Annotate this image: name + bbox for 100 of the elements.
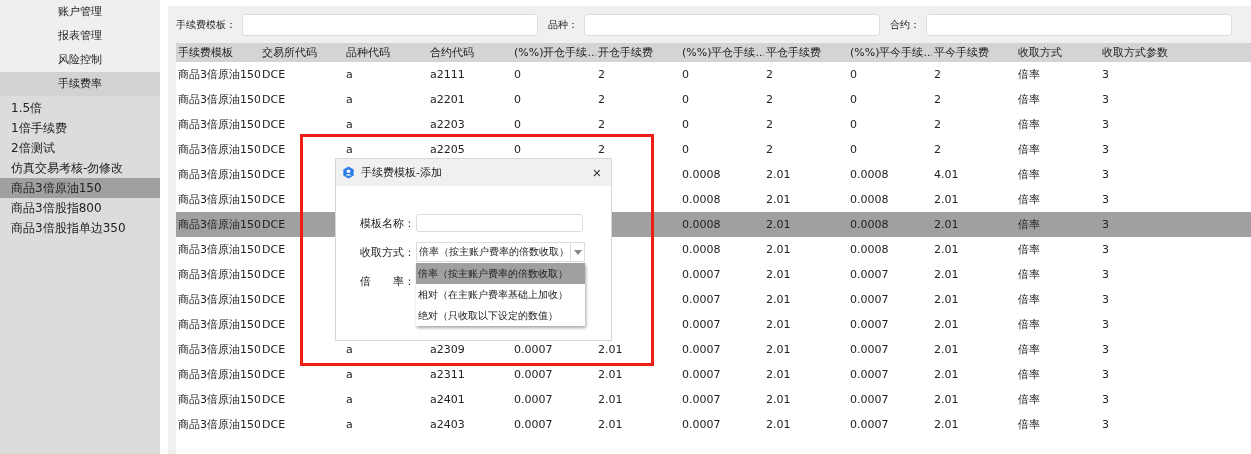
column-header[interactable]: (%%)平仓手续... <box>680 45 764 60</box>
table-cell-text: 2.01 <box>933 242 960 258</box>
table-cell[interactable]: 商品3倍原油150 <box>176 187 260 212</box>
table-cell[interactable]: 商品3倍原油150 <box>176 337 260 362</box>
menu-item[interactable]: 手续费率 <box>0 72 160 96</box>
table-cell-text: DCE <box>261 192 287 208</box>
table-cell-text: 0 <box>681 67 690 83</box>
table-cell[interactable]: 商品3倍原油150 <box>176 212 260 237</box>
template-item[interactable]: 商品3倍股指800 <box>0 198 160 218</box>
column-header[interactable]: 手续费模板 <box>176 45 260 60</box>
column-header[interactable]: 收取方式参数 <box>1100 45 1184 60</box>
column-header[interactable]: 交易所代码 <box>260 45 344 60</box>
table-cell-text: 3 <box>1101 117 1110 133</box>
dropdown-option[interactable]: 绝对（只收取以下设定的数值） <box>416 305 585 326</box>
template-item[interactable]: 1倍手续费 <box>0 118 160 138</box>
table-cell-text: 0.0007 <box>849 292 890 308</box>
column-header[interactable]: 开仓手续费 <box>596 45 680 60</box>
table-cell-text: 0.0007 <box>681 317 722 333</box>
dropdown-option[interactable]: 倍率（按主账户费率的倍数收取） <box>416 263 585 284</box>
table-cell: 2.01 <box>932 212 1016 237</box>
column-header[interactable]: 平今手续费 <box>932 45 1016 60</box>
table-cell[interactable]: 商品3倍原油150 <box>176 412 260 437</box>
table-cell-text: 3 <box>1101 142 1110 158</box>
table-cell-text: a2203 <box>429 117 466 133</box>
table-cell-text: 0 <box>681 142 690 158</box>
table-cell[interactable]: 商品3倍原油150 <box>176 362 260 387</box>
table-cell-text: 0 <box>681 117 690 133</box>
table-cell-text: DCE <box>261 392 287 408</box>
table-cell-text: 0.0007 <box>849 342 890 358</box>
column-header[interactable]: 平仓手续费 <box>764 45 848 60</box>
menu-item[interactable]: 账户管理 <box>0 0 160 24</box>
table-cell-text: 2 <box>765 142 774 158</box>
table-cell[interactable]: 商品3倍原油150 <box>176 137 260 162</box>
table-cell[interactable]: 商品3倍原油150 <box>176 312 260 337</box>
table-cell-text: 倍率 <box>1017 267 1041 283</box>
table-cell-text: 2 <box>765 92 774 108</box>
column-header[interactable]: (%%)平今手续... <box>848 45 932 60</box>
table-cell[interactable]: 商品3倍原油150 <box>176 262 260 287</box>
table-cell-text: 0.0007 <box>849 367 890 383</box>
table-cell[interactable]: 商品3倍原油150 <box>176 287 260 312</box>
table-cell[interactable]: 商品3倍原油150 <box>176 387 260 412</box>
table-cell-text: 0 <box>513 117 522 133</box>
table-cell-text: 0.0007 <box>513 342 554 358</box>
table-cell-text: a <box>345 342 354 358</box>
table-cell-text: 倍率 <box>1017 117 1041 133</box>
table-cell-text: DCE <box>261 67 287 83</box>
table-cell-text: 0.0007 <box>681 367 722 383</box>
menu-item[interactable]: 风险控制 <box>0 48 160 72</box>
table-cell-text: 0.0008 <box>681 167 722 183</box>
table-cell-text: 2.01 <box>933 342 960 358</box>
column-header[interactable]: 品种代码 <box>344 45 428 60</box>
table-cell[interactable]: 商品3倍原油150 <box>176 87 260 112</box>
table-cell-text: 2.01 <box>765 342 792 358</box>
table-cell-text: 2 <box>597 67 606 83</box>
table-cell-text: 3 <box>1101 417 1110 433</box>
table-cell-text: 2 <box>765 117 774 133</box>
table-cell-text: a <box>345 417 354 433</box>
table-cell-text: 3 <box>1101 342 1110 358</box>
table-cell-text: 2 <box>597 117 606 133</box>
table-cell-text: 0.0007 <box>849 392 890 408</box>
template-item[interactable]: 1.5倍 <box>0 98 160 118</box>
table-cell-text: 2.01 <box>933 367 960 383</box>
table-cell-text: DCE <box>261 367 287 383</box>
table-cell[interactable]: 商品3倍原油150 <box>176 112 260 137</box>
table-cell-text: 0 <box>513 92 522 108</box>
table-cell-text: 2.01 <box>765 167 792 183</box>
table-cell-text: 2.01 <box>765 292 792 308</box>
table-cell[interactable]: 商品3倍原油150 <box>176 162 260 187</box>
table-cell-text: 0.0007 <box>513 392 554 408</box>
table-cell: 3 <box>1100 212 1251 237</box>
table-cell-text: 0.0007 <box>849 417 890 433</box>
close-button[interactable]: × <box>583 160 611 185</box>
table-cell-text: 2 <box>597 92 606 108</box>
table-cell-text: 0.0008 <box>849 167 890 183</box>
template-item[interactable]: 2倍测试 <box>0 138 160 158</box>
template-item[interactable]: 商品3倍股指单边350 <box>0 218 160 238</box>
column-header[interactable]: 收取方式 <box>1016 45 1100 60</box>
table-cell-text: 2.01 <box>933 292 960 308</box>
table-cell-text: a2309 <box>429 342 466 358</box>
field-label: 收取方式： <box>360 244 416 260</box>
select-field[interactable]: 倍率（按主账户费率的倍数收取） <box>416 242 585 262</box>
template-item[interactable]: 仿真交易考核-勿修改 <box>0 158 160 178</box>
menu-item[interactable]: 报表管理 <box>0 24 160 48</box>
table-cell-text: 0.0008 <box>681 192 722 208</box>
template-item[interactable]: 商品3倍原油150 <box>0 178 160 198</box>
table-cell-text: 0.0007 <box>681 292 722 308</box>
table-cell[interactable]: 商品3倍原油150 <box>176 62 260 87</box>
table-cell-text: 0.0007 <box>681 417 722 433</box>
table-cell-text: 倍率 <box>1017 292 1041 308</box>
table-cell-text: DCE <box>261 242 287 258</box>
table-cell-text: 0 <box>513 67 522 83</box>
column-header[interactable]: 合约代码 <box>428 45 512 60</box>
table-cell-text: 3 <box>1101 367 1110 383</box>
table-cell-text: a2401 <box>429 392 466 408</box>
table-cell-text: a <box>345 117 354 133</box>
table-cell-text: 0 <box>681 92 690 108</box>
table-cell-text: 倍率 <box>1017 142 1041 158</box>
table-cell-text: 倍率 <box>1017 417 1041 433</box>
table-cell[interactable]: 商品3倍原油150 <box>176 237 260 262</box>
dropdown-option[interactable]: 相对（在主账户费率基础上加收） <box>416 284 585 305</box>
